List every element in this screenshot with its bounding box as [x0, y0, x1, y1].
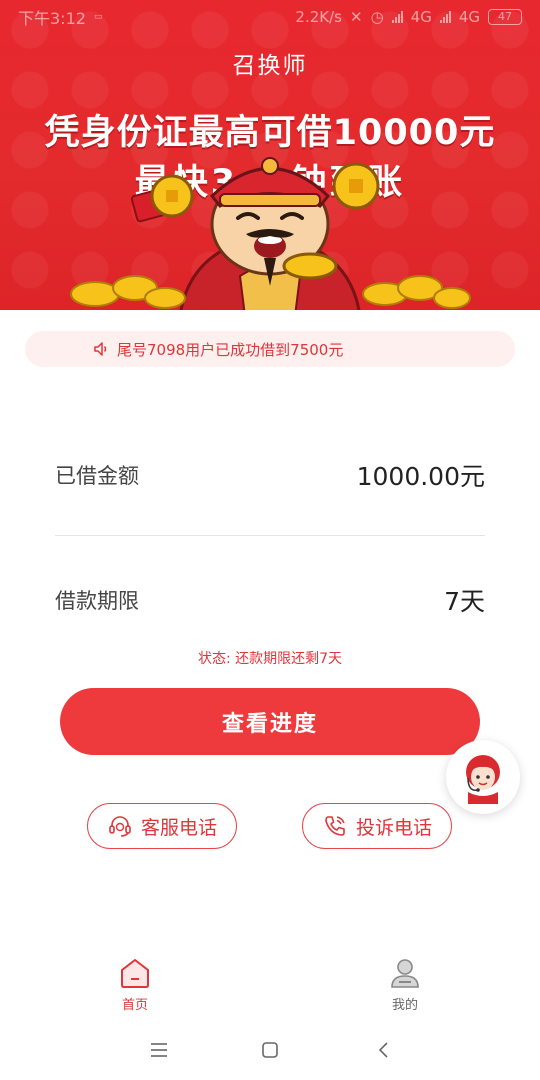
speaker-icon: [94, 342, 107, 356]
sim-icon: ▭: [93, 12, 103, 22]
loan-status-text: 状态: 还款期限还剩7天: [197, 651, 343, 667]
tab-mine[interactable]: 我的: [360, 958, 450, 1018]
service-phone-button[interactable]: 客服电话: [87, 803, 237, 849]
status-time: 下午3:12: [18, 9, 86, 28]
signal-icon: [391, 11, 403, 23]
divider: [55, 535, 485, 536]
tab-home[interactable]: 首页: [90, 958, 180, 1018]
mute-icon: ✕: [349, 8, 363, 26]
loan-term-value: 7天: [444, 587, 485, 616]
loan-term-row: 借款期限 7天: [55, 580, 485, 620]
borrowed-amount-row: 已借金额 1000.00元: [55, 455, 485, 495]
alarm-icon: ◷: [370, 8, 384, 26]
back-icon[interactable]: [370, 1036, 398, 1064]
tab-mine-label: 我的: [391, 998, 418, 1013]
network-speed: 2.2K/s: [295, 8, 342, 26]
home-icon: [121, 959, 149, 988]
system-navigation-bar: [0, 1020, 540, 1080]
phone-icon: [325, 816, 345, 836]
square-home-icon[interactable]: [256, 1036, 284, 1064]
headset-icon: [109, 816, 131, 837]
customer-service-agent-icon: [466, 755, 500, 804]
menu-icon[interactable]: [145, 1036, 173, 1064]
hero-banner: 下午3:12 ▭ 2.2K/s ✕ ◷ 4G 4G 47 召换师 凭身份证最高可…: [0, 0, 540, 310]
gold-ingots-decoration: [70, 275, 471, 309]
floating-customer-service-button[interactable]: [446, 740, 520, 814]
notice-text: 尾号7098用户已成功借到7500元: [117, 340, 344, 359]
borrowed-amount-value: 1000.00元: [356, 462, 485, 491]
service-phone-label: 客服电话: [140, 816, 217, 839]
bottom-tab-bar: 首页 我的: [0, 950, 540, 1020]
user-icon: [391, 959, 419, 988]
tab-home-label: 首页: [121, 998, 148, 1013]
complaint-phone-label: 投诉电话: [355, 816, 432, 839]
signal-icon-2: [439, 11, 451, 23]
borrowed-amount-label: 已借金额: [55, 464, 139, 488]
network-type-2: 4G: [458, 8, 480, 26]
loan-term-label: 借款期限: [55, 589, 139, 613]
app-title: 召换师: [232, 53, 308, 79]
network-type-1: 4G: [410, 8, 432, 26]
notice-bar: 尾号7098用户已成功借到7500元: [25, 331, 515, 367]
status-bar: 下午3:12 ▭ 2.2K/s ✕ ◷ 4G 4G 47: [0, 0, 540, 34]
battery-icon: 47: [488, 9, 522, 25]
view-progress-button[interactable]: 查看进度: [60, 688, 480, 755]
complaint-phone-button[interactable]: 投诉电话: [302, 803, 452, 849]
